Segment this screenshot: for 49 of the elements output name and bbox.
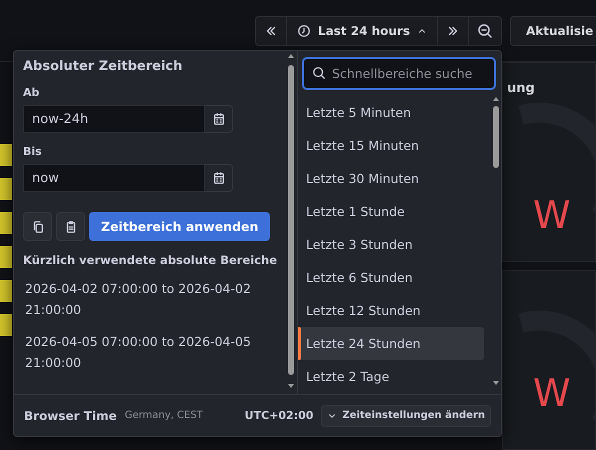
bar-segment [0, 178, 12, 200]
bar-segment [0, 280, 12, 302]
bar-segment [0, 314, 12, 336]
quick-range-item[interactable]: Letzte 3 Stunden [298, 228, 484, 261]
field-label: Bis [23, 145, 43, 158]
quick-range-item[interactable]: Letzte 12 Stunden [298, 294, 484, 327]
calendar-button[interactable] [205, 105, 233, 133]
bar-segment [0, 212, 12, 234]
section-heading: Kürzlich verwendete absolute Bereiche [23, 253, 278, 267]
quick-range-item[interactable]: Letzte 2 Tage [298, 360, 484, 393]
zoom-out-icon [477, 23, 493, 39]
search-field[interactable]: Schnellbereiche suche [302, 57, 496, 90]
scroll-up-icon[interactable] [288, 54, 294, 58]
scroll-up-icon[interactable] [493, 97, 500, 101]
bar-segment [0, 246, 12, 268]
quick-range-item[interactable]: Letzte 6 Stunden [298, 261, 484, 294]
scroll-down-icon[interactable] [493, 381, 500, 385]
calendar-button[interactable] [205, 164, 233, 192]
from-input-field[interactable]: now-24h [23, 105, 205, 133]
quick-range-item[interactable]: Letzte 15 Minuten [298, 129, 484, 162]
double-chevron-right-icon [446, 24, 460, 38]
quick-range-item[interactable]: Letzte 30 Minuten [298, 162, 484, 195]
apply-button[interactable]: Zeitbereich anwenden [89, 212, 270, 241]
quick-range-item[interactable]: Letzte 5 Minuten [298, 96, 484, 129]
recent-range-link[interactable]: 2026-04-05 07:00:00 to 2026-04-05 21:00:00 [23, 332, 273, 374]
field-label: Ab [23, 86, 40, 99]
refresh-button[interactable]: Aktualisie [510, 16, 596, 46]
recent-range-link[interactable]: 2026-04-02 07:00:00 to 2026-04-02 21:00:00 [23, 279, 273, 320]
paste-button[interactable] [56, 212, 85, 241]
time-zone-label: Germany, CEST [124, 410, 204, 421]
calendar-icon [212, 112, 226, 126]
to-input-field[interactable]: now [23, 164, 205, 192]
scrollbar-thumb[interactable] [493, 106, 500, 168]
utc-offset-label: UTC+02:00 [244, 409, 314, 422]
footer-title: Browser Time [24, 408, 117, 422]
search-icon [312, 66, 326, 80]
quick-range-item[interactable]: Letzte 24 Stunden [298, 327, 484, 360]
section-heading: Absoluter Zeitbereich [23, 59, 184, 74]
scrollbar-thumb[interactable] [288, 65, 294, 375]
time-settings-button[interactable]: Zeiteinstellungen ändern [321, 404, 491, 426]
panel-value: W [533, 371, 571, 415]
panel-value: W [533, 193, 571, 237]
scroll-down-icon[interactable] [288, 384, 294, 388]
copy-button[interactable] [23, 212, 52, 241]
bar-segment [0, 144, 12, 166]
clock-icon [296, 24, 311, 38]
panel-title: ung [507, 81, 535, 96]
quick-range-item[interactable]: Letzte 1 Stunde [298, 195, 484, 228]
calendar-icon [212, 171, 226, 185]
